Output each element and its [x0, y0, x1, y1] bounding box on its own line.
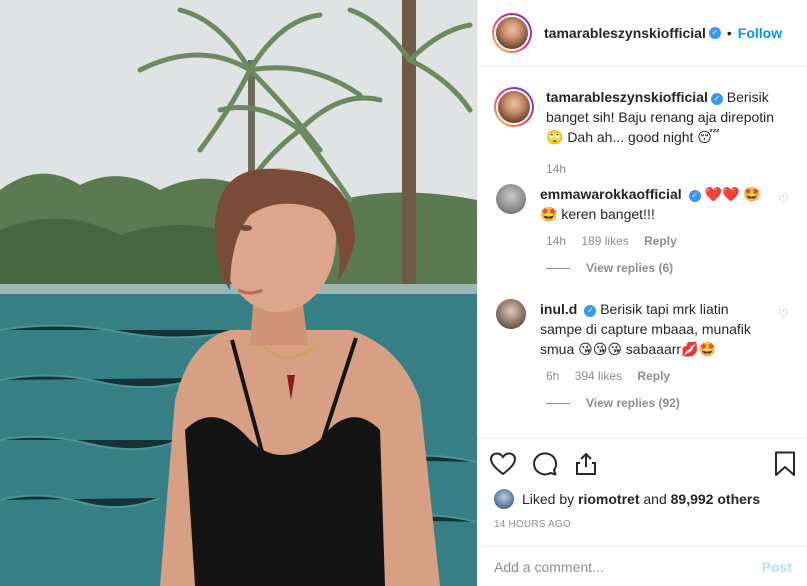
- liker-avatar[interactable]: [494, 489, 514, 509]
- action-bar: [478, 439, 807, 489]
- comment-username[interactable]: inul.d: [540, 301, 577, 317]
- caption-username[interactable]: tamarableszynskiofficial: [546, 89, 708, 105]
- commenter-avatar[interactable]: [496, 184, 526, 214]
- verified-badge-icon: ✓: [688, 190, 701, 202]
- comment-item: emmawarokkaofficial ✓ ❤️❤️ 🤩🤩 keren bange…: [494, 184, 792, 275]
- commenter-avatar[interactable]: [496, 299, 526, 329]
- likes-middle: and: [643, 491, 667, 507]
- comment-item: inul.d ✓ Berisik tapi mrk liatin sampe di…: [494, 299, 792, 410]
- replies-divider: [546, 267, 570, 269]
- post-comment-button[interactable]: Post: [762, 559, 792, 575]
- view-replies-label: View replies (6): [586, 261, 674, 275]
- post-header: tamarableszynskiofficial ✓ • Follow: [478, 0, 807, 67]
- replies-divider: [546, 402, 570, 404]
- photo-scene: [0, 0, 477, 586]
- post-photo[interactable]: [0, 0, 477, 586]
- likes-others[interactable]: 89,992 others: [671, 491, 761, 507]
- liker-username[interactable]: riomotret: [578, 491, 639, 507]
- add-comment-input[interactable]: [494, 558, 762, 575]
- add-comment-bar: Post: [478, 546, 807, 586]
- post-actions-section: Liked by riomotret and 89,992 others 14 …: [478, 438, 807, 530]
- heart-icon[interactable]: [490, 452, 516, 476]
- post-caption: tamarableszynskiofficial ✓ Berisik banget…: [494, 68, 792, 176]
- caption-text-block: tamarableszynskiofficial ✓ Berisik banget…: [546, 87, 776, 147]
- bookmark-icon[interactable]: [774, 451, 796, 477]
- caption-avatar[interactable]: [494, 87, 534, 127]
- comment-likes[interactable]: 189 likes: [581, 234, 628, 248]
- caption-age[interactable]: 14h: [546, 162, 566, 176]
- likes-summary: Liked by riomotret and 89,992 others: [478, 489, 807, 509]
- comment-like-icon[interactable]: ♡: [778, 192, 792, 206]
- author-avatar[interactable]: [492, 13, 532, 53]
- separator-dot: •: [726, 25, 732, 41]
- view-replies-button[interactable]: View replies (6): [546, 261, 792, 275]
- share-icon[interactable]: [574, 452, 598, 476]
- reply-button[interactable]: Reply: [637, 369, 670, 383]
- likes-prefix: Liked by: [522, 491, 575, 507]
- comment-like-icon[interactable]: ♡: [778, 307, 792, 321]
- author-username[interactable]: tamarableszynskiofficial: [544, 25, 706, 41]
- post-timestamp[interactable]: 14 HOURS AGO: [478, 509, 807, 530]
- comment-age[interactable]: 14h: [546, 234, 566, 248]
- verified-badge-icon: ✓: [584, 305, 597, 317]
- comment-username[interactable]: emmawarokkaofficial: [540, 186, 682, 202]
- verified-badge-icon: ✓: [708, 27, 721, 39]
- comment-age[interactable]: 6h: [546, 369, 559, 383]
- comments-list[interactable]: tamarableszynskiofficial ✓ Berisik banget…: [478, 68, 807, 438]
- comment-likes[interactable]: 394 likes: [575, 369, 622, 383]
- view-replies-label: View replies (92): [586, 396, 680, 410]
- comment-icon[interactable]: [532, 452, 558, 476]
- post-panel: tamarableszynskiofficial ✓ • Follow tama…: [477, 0, 807, 586]
- verified-badge-icon: ✓: [710, 93, 723, 105]
- reply-button[interactable]: Reply: [644, 234, 677, 248]
- view-replies-button[interactable]: View replies (92): [546, 396, 792, 410]
- follow-button[interactable]: Follow: [738, 25, 782, 41]
